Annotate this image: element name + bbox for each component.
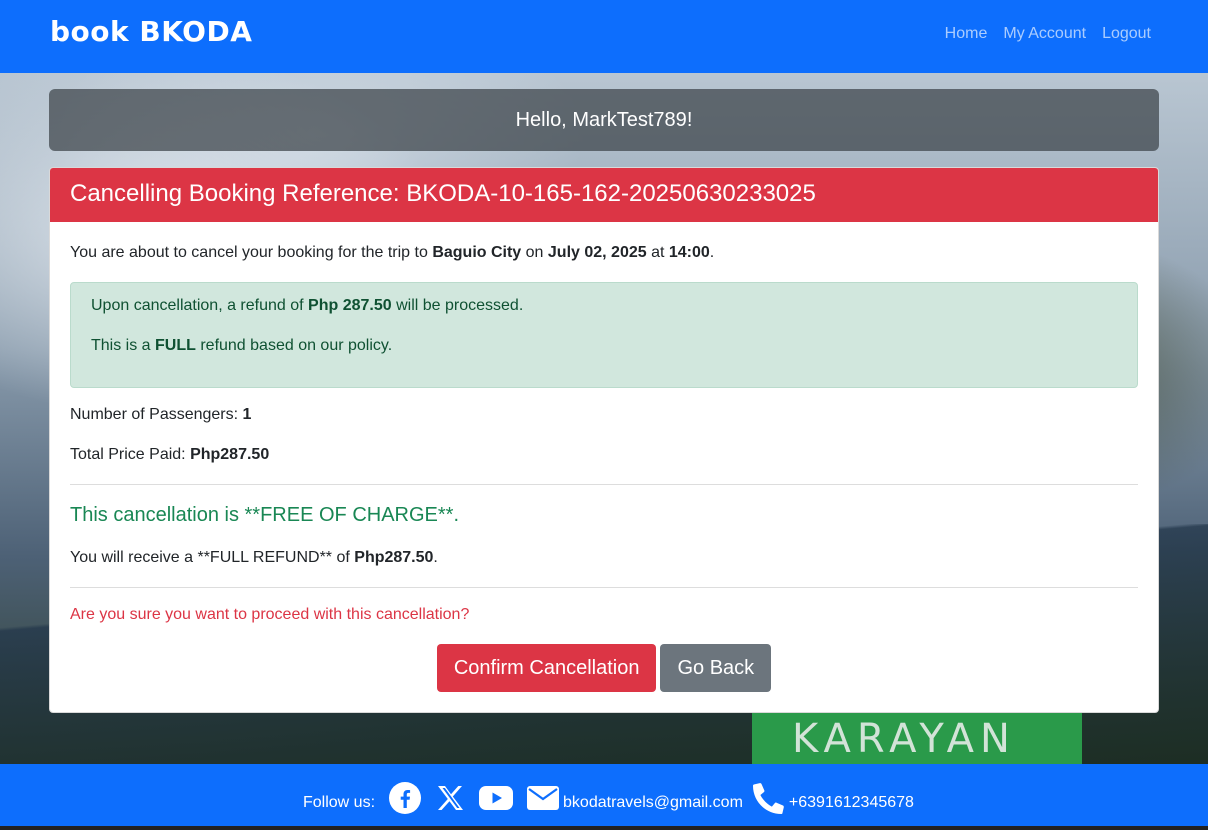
intro-text: You are about to cancel your booking for… — [70, 244, 433, 261]
passengers-value: 1 — [242, 406, 252, 423]
envelope-icon[interactable] — [527, 785, 560, 811]
confirm-cancellation-button[interactable]: Confirm Cancellation — [436, 644, 657, 692]
alert-text: will be processed. — [391, 297, 524, 314]
refund-amount: Php 287.50 — [308, 297, 392, 314]
receive-refund-line: You will receive a **FULL REFUND** of Ph… — [70, 549, 438, 567]
divider — [70, 484, 1138, 485]
intro-text: . — [709, 244, 715, 261]
total-price-line: Total Price Paid: Php287.50 — [70, 446, 269, 464]
phone-icon — [752, 782, 785, 814]
alert-text: refund based on our policy. — [195, 337, 393, 354]
receive-text: You will receive a **FULL REFUND** of — [70, 549, 355, 566]
go-back-button[interactable]: Go Back — [660, 644, 772, 692]
nav-links: Home My Account Logout — [945, 25, 1151, 43]
greeting-banner: Hello, MarkTest789! — [49, 89, 1159, 151]
passengers-label: Number of Passengers: — [70, 406, 243, 423]
follow-us-label: Follow us: — [303, 794, 376, 811]
refund-type-line: This is a FULL refund based on our polic… — [91, 337, 1117, 355]
trip-destination: Baguio City — [432, 244, 522, 261]
total-label: Total Price Paid: — [70, 446, 191, 463]
footer: Follow us: bkodatravels@gmail.com +63916… — [0, 764, 1208, 830]
nav-home-link[interactable]: Home — [945, 25, 988, 43]
receive-text: . — [433, 549, 438, 566]
x-twitter-icon[interactable] — [435, 783, 465, 813]
sign-lettering: KARAYAN — [792, 716, 1016, 762]
facebook-icon[interactable] — [389, 782, 422, 814]
free-of-charge-notice: This cancellation is **FREE OF CHARGE**. — [70, 504, 460, 526]
refund-amount-line: Upon cancellation, a refund of Php 287.5… — [91, 297, 1117, 315]
greeting-suffix: ! — [686, 109, 693, 131]
action-buttons: Confirm Cancellation Go Back — [50, 644, 1158, 692]
total-value: Php287.50 — [190, 446, 270, 463]
navbar: book BKODA Home My Account Logout — [0, 0, 1208, 73]
nav-my-account-link[interactable]: My Account — [1003, 25, 1086, 43]
youtube-icon[interactable] — [479, 785, 514, 811]
alert-text: This is a — [91, 337, 156, 354]
trip-date: July 02, 2025 — [547, 244, 647, 261]
greeting-prefix: Hello, — [515, 109, 573, 131]
trip-time: 14:00 — [668, 244, 710, 261]
receive-amount: Php287.50 — [354, 549, 434, 566]
divider — [70, 587, 1138, 588]
trip-intro: You are about to cancel your booking for… — [70, 244, 714, 262]
alert-text: Upon cancellation, a refund of — [91, 297, 309, 314]
nav-logout-link[interactable]: Logout — [1102, 25, 1151, 43]
green-sign: KARAYAN — [752, 704, 1082, 764]
footer-email[interactable]: bkodatravels@gmail.com — [563, 794, 743, 812]
intro-text: on — [521, 244, 548, 261]
passengers-line: Number of Passengers: 1 — [70, 406, 251, 424]
confirm-question: Are you sure you want to proceed with th… — [70, 606, 470, 623]
footer-phone[interactable]: +6391612345678 — [789, 794, 914, 812]
refund-alert: Upon cancellation, a refund of Php 287.5… — [70, 282, 1138, 388]
intro-text: at — [646, 244, 669, 261]
card-header: Cancelling Booking Reference: BKODA-10-1… — [50, 168, 1158, 222]
footer-content: Follow us: bkodatravels@gmail.com +63916… — [303, 782, 914, 814]
brand-logo[interactable]: book BKODA — [50, 15, 252, 48]
cancellation-card: Cancelling Booking Reference: BKODA-10-1… — [49, 167, 1159, 713]
greeting-username: MarkTest789 — [572, 109, 687, 131]
refund-type: FULL — [155, 337, 196, 354]
